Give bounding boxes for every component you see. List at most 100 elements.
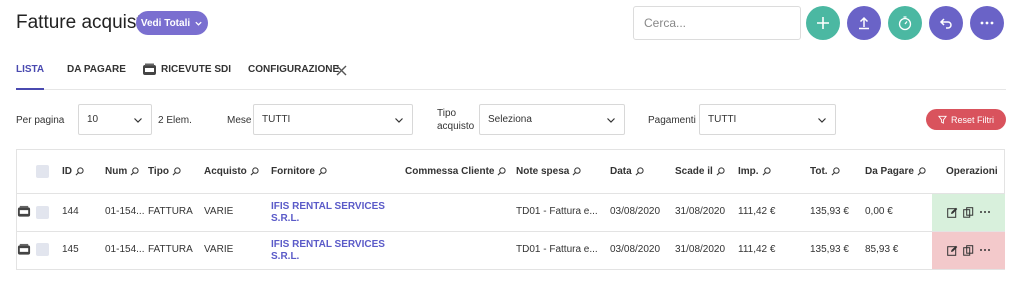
cell-fornitore-link[interactable]: IFIS RENTAL SERVICES S.R.L. <box>271 201 385 225</box>
cell-tot: 135,93 € <box>810 244 849 255</box>
pagamenti-select[interactable]: TUTTI <box>699 104 836 135</box>
tab-da-pagare[interactable]: DA PAGARE <box>67 62 126 90</box>
edit-icon[interactable] <box>946 245 958 256</box>
sdi-icon[interactable] <box>17 243 31 257</box>
tab-label: CONFIGURAZIONE <box>248 64 340 75</box>
search-icon[interactable] <box>716 167 725 176</box>
cell-scade: 31/08/2020 <box>675 206 726 217</box>
col-header-id[interactable]: ID <box>62 150 84 193</box>
col-header-data[interactable]: Data <box>610 150 644 193</box>
reset-filtri-label: Reset Filtri <box>950 114 994 125</box>
copy-icon[interactable] <box>962 244 974 256</box>
cell-da-pagare: 0,00 € <box>865 206 893 217</box>
fornitore-line1: IFIS RENTAL SERVICES <box>271 239 385 250</box>
tipo-label-line1: Tipo <box>437 108 457 119</box>
timer-button[interactable] <box>888 6 922 40</box>
copy-icon[interactable] <box>962 206 974 218</box>
col-label: Data <box>610 166 632 177</box>
search-icon[interactable] <box>831 167 840 176</box>
tab-label: LISTA <box>16 64 45 75</box>
per-pagina-value: 10 <box>87 114 99 125</box>
tab-bar: LISTA DA PAGARE RICEVUTE SDI CONFIGURAZI… <box>16 62 1006 90</box>
col-header-tipo[interactable]: Tipo <box>148 150 181 193</box>
cell-da-pagare: 85,93 € <box>865 244 899 255</box>
search-box <box>633 6 801 40</box>
tab-label: DA PAGARE <box>67 64 126 75</box>
search-icon[interactable] <box>635 167 644 176</box>
reset-filtri-button[interactable]: Reset Filtri <box>926 109 1006 130</box>
undo-button[interactable] <box>929 6 963 40</box>
cell-data: 03/08/2020 <box>610 206 661 217</box>
col-label: Acquisto <box>204 166 247 177</box>
tipo-label-line2: acquisto <box>437 121 475 132</box>
search-icon[interactable] <box>172 167 181 176</box>
row-checkbox[interactable] <box>36 206 49 219</box>
edit-icon[interactable] <box>946 207 958 218</box>
cell-imp: 111,42 € <box>738 244 776 255</box>
cell-num: 01-154... <box>105 206 145 217</box>
search-icon[interactable] <box>762 167 771 176</box>
search-icon[interactable] <box>572 167 581 176</box>
col-header-scade[interactable]: Scade il <box>675 150 725 193</box>
tab-configurazione[interactable]: CONFIGURAZIONE <box>248 62 339 90</box>
fornitore-line2: S.R.L. <box>271 213 300 224</box>
col-header-num[interactable]: Num <box>105 150 139 193</box>
tipo-acquisto-select[interactable]: Seleziona <box>479 104 625 135</box>
cell-tipo: FATTURA <box>148 206 193 217</box>
close-icon[interactable] <box>336 65 347 76</box>
row-operations <box>932 243 1005 257</box>
col-header-imp[interactable]: Imp. <box>738 150 771 193</box>
fornitore-line2: S.R.L. <box>271 251 300 262</box>
upload-button[interactable] <box>847 6 881 40</box>
col-header-tot[interactable]: Tot. <box>810 150 840 193</box>
elem-count: 2 Elem. <box>158 115 192 126</box>
sdi-icon <box>143 63 156 75</box>
chevron-down-icon <box>195 21 202 26</box>
tab-lista[interactable]: LISTA <box>16 62 45 90</box>
filter-icon <box>937 115 947 124</box>
col-header-acquisto[interactable]: Acquisto <box>204 150 259 193</box>
cell-acquisto: VARIE <box>204 244 234 255</box>
search-icon[interactable] <box>250 167 259 176</box>
upload-icon <box>859 16 869 30</box>
col-label: Tipo <box>148 166 169 177</box>
cell-num: 01-154... <box>105 244 145 255</box>
undo-icon <box>939 18 952 29</box>
mese-select[interactable]: TUTTI <box>253 104 413 135</box>
cell-tot: 135,93 € <box>810 206 849 217</box>
col-label: Scade il <box>675 166 713 177</box>
search-icon[interactable] <box>497 167 507 176</box>
tab-ricevute-sdi[interactable]: RICEVUTE SDI <box>142 61 231 89</box>
select-all-checkbox[interactable] <box>36 165 49 178</box>
search-input[interactable] <box>644 16 799 30</box>
col-label: Operazioni <box>946 166 998 177</box>
more-button[interactable] <box>970 6 1004 40</box>
cell-fornitore-link[interactable]: IFIS RENTAL SERVICES S.R.L. <box>271 239 385 263</box>
row-checkbox[interactable] <box>36 243 49 256</box>
per-pagina-select[interactable]: 10 <box>78 104 152 135</box>
search-icon[interactable] <box>75 167 84 176</box>
col-label: Note spesa <box>516 166 570 177</box>
search-icon[interactable] <box>917 167 926 176</box>
header-divider <box>16 193 1005 194</box>
search-icon[interactable] <box>318 167 327 176</box>
page-title: Fatture acquisti <box>16 12 146 33</box>
col-label: Fornitore <box>271 166 315 177</box>
col-header-fornitore[interactable]: Fornitore <box>271 150 327 193</box>
col-header-note[interactable]: Note spesa <box>516 150 581 193</box>
sdi-icon[interactable] <box>17 205 31 219</box>
col-header-da-pagare[interactable]: Da Pagare <box>865 150 926 193</box>
col-header-commessa[interactable]: Commessa Cliente <box>405 150 507 193</box>
more-icon[interactable] <box>979 248 991 252</box>
search-icon[interactable] <box>130 167 139 176</box>
vedi-totali-button[interactable]: Vedi Totali <box>136 11 208 35</box>
cell-tipo: FATTURA <box>148 244 193 255</box>
col-label: Da Pagare <box>865 166 914 177</box>
cell-note: TD01 - Fattura e... <box>516 244 598 255</box>
col-label: Commessa Cliente <box>405 166 495 177</box>
tipo-value: Seleziona <box>488 114 532 125</box>
add-button[interactable] <box>806 6 840 40</box>
tipo-acquisto-label: Tipo acquisto <box>437 107 474 133</box>
more-icon[interactable] <box>979 210 991 214</box>
col-label: Imp. <box>738 166 759 177</box>
